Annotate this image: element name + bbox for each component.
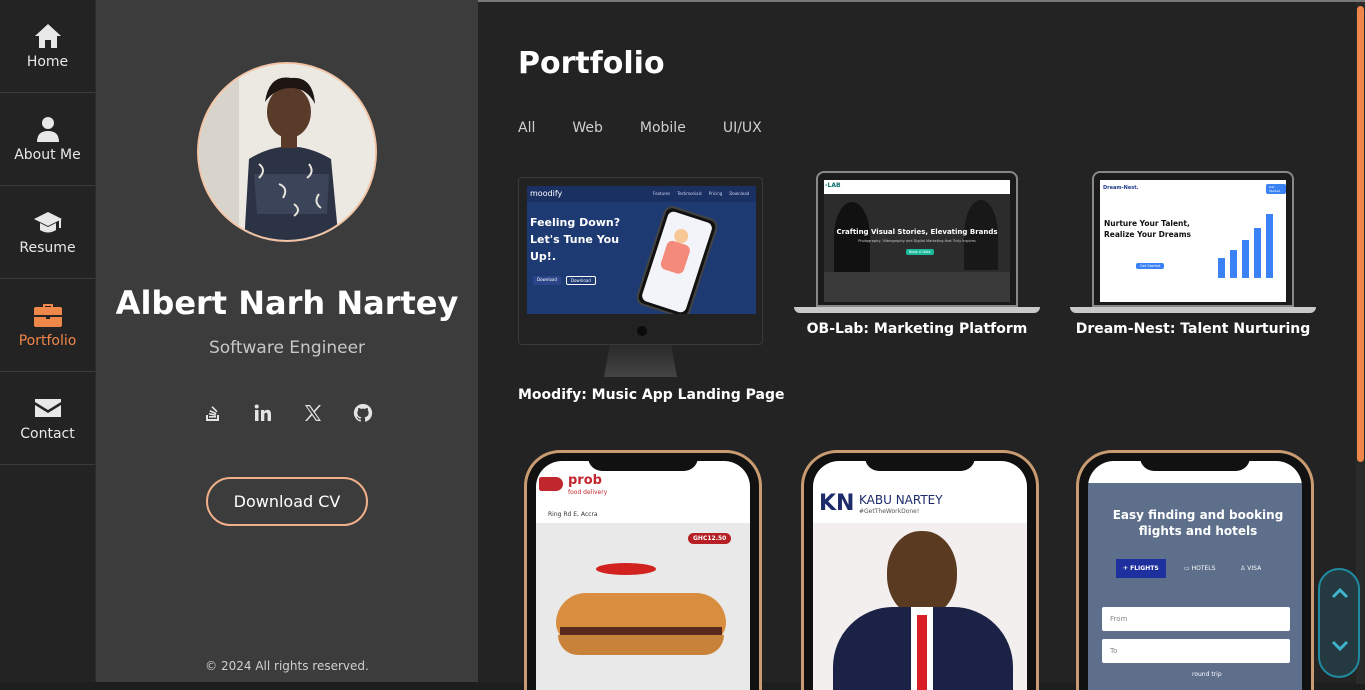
nav-item-about[interactable]: About Me: [0, 93, 95, 186]
project-title: OB-Lab: Marketing Platform: [806, 321, 1028, 337]
preview-sub: Photography, Videography and Digital Mar…: [858, 239, 976, 243]
preview-brand: KABU NARTEY: [859, 493, 943, 507]
preview-button: Download: [533, 276, 561, 285]
preview-toggle: round trip: [1192, 671, 1222, 678]
nav-label: About Me: [14, 147, 81, 163]
side-nav: Home About Me Resume Portfolio Contact: [0, 0, 96, 682]
graduation-cap-icon: [33, 212, 62, 233]
project-preview: -LAB Crafting Visual Stories, Elevating …: [824, 180, 1010, 302]
social-links: [200, 400, 376, 426]
preview-headline: Easy finding and booking flights and hot…: [1112, 508, 1284, 538]
preview-price: GHC12.50: [688, 533, 732, 544]
nav-item-home[interactable]: Home: [0, 0, 95, 93]
project-title: Moodify: Music App Landing Page: [518, 387, 785, 403]
preview-nav-item: Features: [653, 191, 671, 196]
chevron-down-icon[interactable]: [1329, 634, 1351, 656]
project-preview: Easy finding and booking flights and hot…: [1088, 461, 1302, 690]
laptop-base: [1070, 307, 1316, 313]
page-title: Portfolio: [518, 46, 665, 81]
envelope-icon: [34, 399, 61, 417]
scroll-controls: [1318, 568, 1360, 678]
project-card-dreamnest[interactable]: Dream-Nest. Get Started Nurture Your Tal…: [1070, 171, 1316, 343]
preview-tab: VISA: [1247, 565, 1262, 572]
preview-to: To: [1102, 639, 1290, 663]
download-cv-button[interactable]: Download CV: [206, 477, 368, 526]
profile-role: Software Engineer: [208, 338, 366, 358]
preview-tagline: #GetTheWorkDone!: [859, 508, 920, 515]
project-card-oblab[interactable]: -LAB Crafting Visual Stories, Elevating …: [794, 171, 1040, 343]
preview-tab: HOTELS: [1191, 565, 1216, 572]
nav-item-portfolio[interactable]: Portfolio: [0, 279, 95, 372]
copyright: © 2024 All rights reserved.: [205, 659, 369, 673]
preview-brand: Dream-Nest.: [1103, 185, 1139, 191]
project-card-flight-booking[interactable]: Easy finding and booking flights and hot…: [1076, 450, 1314, 690]
preview-headline: Nurture Your Talent, Realize Your Dreams: [1104, 219, 1192, 239]
preview-brand: prob: [568, 473, 602, 488]
preview-sub: food delivery: [568, 489, 608, 496]
filter-web[interactable]: Web: [572, 120, 603, 136]
preview-brand: moodify: [530, 189, 563, 198]
preview-headline: Crafting Visual Stories, Elevating Brand…: [836, 228, 998, 236]
project-preview: prob food delivery Ring Rd E, Accra GHC1…: [536, 461, 750, 690]
portfolio-filters: All Web Mobile UI/UX: [518, 120, 799, 136]
laptop-mockup: -LAB Crafting Visual Stories, Elevating …: [816, 171, 1018, 307]
github-icon[interactable]: [350, 400, 376, 426]
preview-button: Get Started: [1136, 263, 1165, 269]
briefcase-icon: [33, 304, 62, 327]
stack-overflow-icon[interactable]: [200, 400, 226, 426]
project-preview: Dream-Nest. Get Started Nurture Your Tal…: [1100, 180, 1286, 302]
avatar: [197, 62, 377, 242]
preview-nav-item: Download: [729, 191, 750, 196]
phone-notch: [1140, 453, 1250, 471]
preview-brand: -LAB: [825, 182, 841, 189]
profile-name: Albert Narh Nartey: [115, 284, 459, 322]
nav-item-contact[interactable]: Contact: [0, 372, 95, 465]
imac-mockup: moodify Features Testimonials Pricing Do…: [518, 177, 763, 345]
filter-all[interactable]: All: [518, 120, 535, 136]
x-icon[interactable]: [300, 400, 326, 426]
linkedin-icon[interactable]: [250, 400, 276, 426]
project-title: Dream-Nest: Talent Nurturing: [1075, 321, 1311, 337]
preview-tab: FLIGHTS: [1130, 565, 1159, 572]
nav-label: Portfolio: [18, 333, 77, 349]
preview-nav-item: Pricing: [708, 191, 723, 196]
nav-label: Contact: [20, 426, 75, 442]
preview-nav-button: Get Started: [1266, 184, 1286, 194]
project-preview: moodify Features Testimonials Pricing Do…: [527, 186, 756, 314]
preview-button: Download: [565, 276, 596, 285]
preview-headline: Feeling Down? Let's Tune You Up!.: [530, 216, 621, 263]
project-preview: KN KABU NARTEY #GetTheWorkDone!: [813, 461, 1027, 690]
imac-stand: [604, 345, 677, 377]
laptop-base: [794, 307, 1040, 313]
nav-label: Resume: [19, 240, 76, 256]
home-icon: [34, 24, 61, 48]
filter-uiux[interactable]: UI/UX: [723, 120, 762, 136]
phone-notch: [588, 453, 698, 471]
scrollbar-thumb[interactable]: [1357, 6, 1364, 462]
portfolio-section: Portfolio All Web Mobile UI/UX moodify F…: [478, 0, 1365, 690]
chevron-up-icon[interactable]: [1329, 582, 1351, 604]
preview-button: Book A Date: [906, 249, 934, 255]
nav-label: Home: [26, 54, 69, 70]
nav-item-resume[interactable]: Resume: [0, 186, 95, 279]
preview-nav-item: Testimonials: [677, 191, 702, 196]
phone-notch: [865, 453, 975, 471]
project-card-moodify[interactable]: moodify Features Testimonials Pricing Do…: [518, 177, 785, 407]
preview-from: From: [1102, 607, 1290, 631]
user-icon: [36, 117, 59, 142]
project-card-food-delivery[interactable]: prob food delivery Ring Rd E, Accra GHC1…: [524, 450, 762, 690]
project-card-kabu-nartey[interactable]: KN KABU NARTEY #GetTheWorkDone!: [801, 450, 1039, 690]
filter-mobile[interactable]: Mobile: [640, 120, 686, 136]
laptop-mockup: Dream-Nest. Get Started Nurture Your Tal…: [1092, 171, 1294, 307]
profile-panel: Albert Narh Nartey Software Engineer Dow…: [96, 0, 478, 682]
preview-location: Ring Rd E, Accra: [548, 511, 598, 518]
